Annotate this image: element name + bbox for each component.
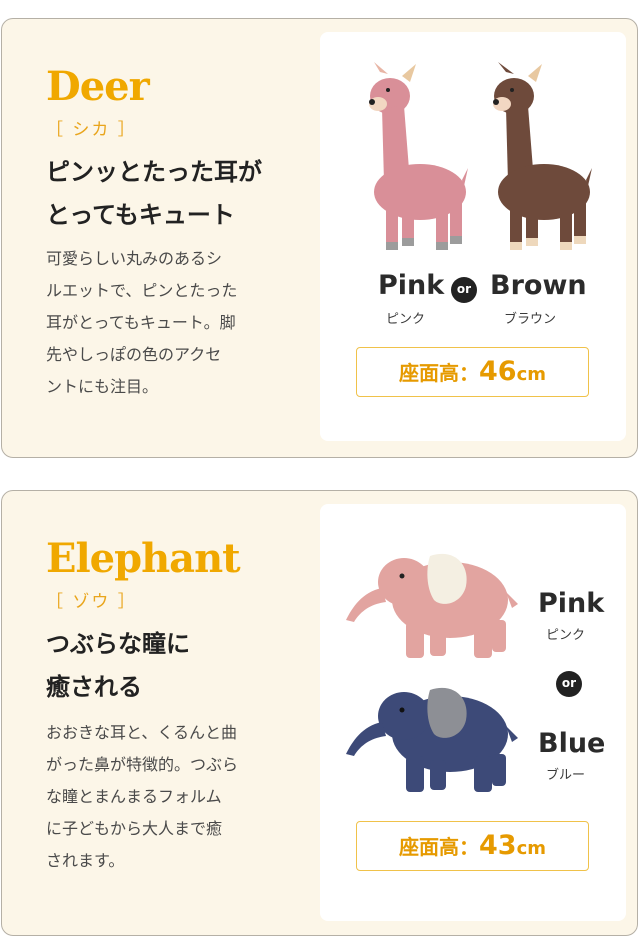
elephant-headline-line1: つぶらな瞳に (46, 630, 190, 658)
elephant-desc-line: がった鼻が特徴的。つぶら (46, 755, 239, 774)
elephant-desc-line: に子どもから大人まで癒 (46, 819, 223, 838)
deer-kana-tag: ［ シカ ］ (46, 120, 137, 140)
deer-headline-line1: ピンッとたった耳が (46, 158, 262, 186)
deer-headline-line2: とってもキュート (46, 201, 235, 229)
seat-height-value: 43 (478, 830, 517, 861)
elephant-desc-line: な瞳とまんまるフォルム (46, 787, 222, 806)
elephant-desc-line: おおきな耳と、くるんと曲 (46, 723, 238, 742)
elephant-headline: つぶらな瞳に 癒される (46, 623, 190, 709)
elephant-seat-height-box: 座面高：43cm (356, 821, 589, 871)
elephant-headline-line2: 癒される (46, 673, 142, 701)
elephant-product-panel: Pink ピンク or Blue ブルー 座面高：43cm (320, 504, 626, 921)
deer-description: 可愛らしい丸みのあるシ ルエットで、ピンとたった 耳がとってもキュート。脚 先や… (46, 243, 296, 403)
deer-desc-line: ルエットで、ピンとたった (46, 281, 238, 300)
elephant-or-badge: or (556, 671, 582, 697)
elephant-title: Elephant (46, 535, 241, 582)
deer-desc-line: 耳がとってもキュート。脚 (46, 313, 236, 332)
pink-elephant-image (346, 553, 518, 658)
deer-desc-line: 先やしっぽの色のアクセ (46, 345, 222, 364)
seat-height-unit: cm (516, 838, 546, 859)
elephant-kana-tag: ［ ゾウ ］ (46, 592, 137, 612)
elephant-description: おおきな耳と、くるんと曲 がった鼻が特徴的。つぶら な瞳とまんまるフォルム に子… (46, 717, 296, 877)
elephant-card: Elephant ［ ゾウ ］ つぶらな瞳に 癒される おおきな耳と、くるんと曲… (1, 490, 638, 936)
deer-color-brown-kana: ブラウン (504, 312, 557, 327)
deer-seat-height-box: 座面高：46cm (356, 347, 589, 397)
deer-or-badge: or (451, 277, 477, 303)
seat-height-label: 座面高： (398, 835, 479, 859)
elephant-color-blue-label: Blue (538, 728, 606, 759)
deer-headline: ピンッとたった耳が とってもキュート (46, 151, 262, 237)
deer-color-brown-label: Brown (490, 270, 587, 301)
brown-deer-image (493, 62, 592, 250)
seat-height-unit: cm (516, 364, 546, 385)
elephant-desc-line: されます。 (46, 851, 125, 870)
elephant-color-pink-label: Pink (538, 588, 605, 619)
elephant-color-pink-kana: ピンク (546, 628, 586, 643)
elephant-color-blue-kana: ブルー (546, 768, 586, 783)
pink-deer-image (369, 62, 468, 250)
seat-height-label: 座面高： (398, 361, 479, 385)
deer-color-pink-label: Pink (378, 270, 445, 301)
deer-color-pink-kana: ピンク (386, 312, 426, 327)
deer-card: Deer ［ シカ ］ ピンッとたった耳が とってもキュート 可愛らしい丸みのあ… (1, 18, 638, 458)
seat-height-value: 46 (478, 356, 517, 387)
blue-elephant-image (346, 687, 518, 792)
deer-product-panel: Pink ピンク or Brown ブラウン 座面高：46cm (320, 32, 626, 441)
deer-desc-line: 可愛らしい丸みのあるシ (46, 249, 223, 268)
deer-title: Deer (46, 63, 150, 110)
deer-desc-line: ントにも注目。 (46, 377, 159, 396)
